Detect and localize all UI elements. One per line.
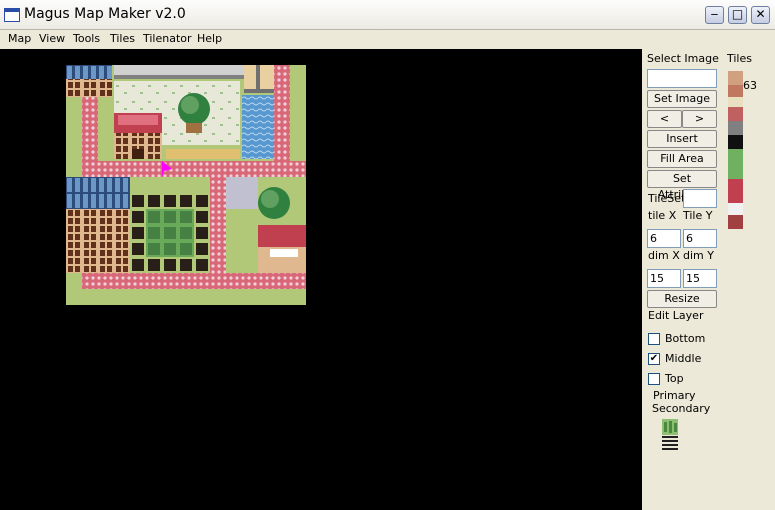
tile-x-field[interactable]: 6	[647, 229, 681, 248]
menu-view[interactable]: View	[39, 32, 65, 45]
dim-y-field[interactable]: 15	[683, 269, 717, 288]
dim-x-label: dim X	[648, 249, 680, 262]
window-title: Magus Map Maker v2.0	[24, 6, 186, 22]
middle-layer-checkbox[interactable]: ✔	[648, 353, 660, 365]
insert-image-button[interactable]: Insert Image	[647, 130, 717, 161]
primary-label: Primary	[653, 389, 696, 402]
menu-map[interactable]: Map	[8, 32, 31, 45]
app-icon	[4, 8, 20, 22]
map-tiles[interactable]	[66, 65, 306, 305]
bottom-layer-label: Bottom	[665, 332, 706, 345]
dim-y-label: dim Y	[683, 249, 714, 262]
close-button[interactable]: ✕	[751, 6, 770, 24]
tiles-label: Tiles	[727, 52, 752, 65]
primary-secondary-swatch[interactable]	[662, 419, 678, 451]
middle-layer-label: Middle	[665, 352, 702, 365]
menu-bar: Map View Tools Tiles Tilenator Help	[0, 30, 775, 49]
top-layer-checkbox[interactable]	[648, 373, 660, 385]
map-view[interactable]	[66, 65, 306, 305]
menu-tiles[interactable]: Tiles	[110, 32, 135, 45]
tile-count: 63	[743, 79, 757, 92]
resize-button[interactable]: Resize	[647, 290, 717, 308]
menu-tools[interactable]: Tools	[73, 32, 100, 45]
select-image-label: Select Image	[647, 52, 719, 65]
map-canvas[interactable]	[0, 49, 642, 510]
minimize-button[interactable]: ‒	[705, 6, 724, 24]
fill-area-button[interactable]: Fill Area	[647, 150, 717, 168]
select-image-field[interactable]	[647, 69, 717, 88]
edit-layer-label: Edit Layer	[648, 309, 704, 322]
tile-y-field[interactable]: 6	[683, 229, 717, 248]
secondary-label: Secondary	[652, 402, 711, 415]
tileset-field[interactable]	[683, 189, 717, 208]
next-image-button[interactable]: >	[682, 110, 717, 128]
menu-help[interactable]: Help	[197, 32, 222, 45]
tile-palette[interactable]	[728, 71, 743, 229]
maximize-button[interactable]: □	[728, 6, 747, 24]
prev-image-button[interactable]: <	[647, 110, 682, 128]
set-attribute-button[interactable]: Set Attribute	[647, 170, 717, 201]
title-bar: Magus Map Maker v2.0 ‒ □ ✕	[0, 0, 775, 30]
menu-tilenator[interactable]: Tilenator	[143, 32, 192, 45]
dim-x-field[interactable]: 15	[647, 269, 681, 288]
top-layer-label: Top	[665, 372, 684, 385]
bottom-layer-checkbox[interactable]	[648, 333, 660, 345]
tileset-label: TileSet	[648, 192, 686, 205]
tile-y-label: Tile Y	[683, 209, 713, 222]
set-image-button[interactable]: Set Image	[647, 90, 717, 108]
tile-x-label: tile X	[648, 209, 677, 222]
